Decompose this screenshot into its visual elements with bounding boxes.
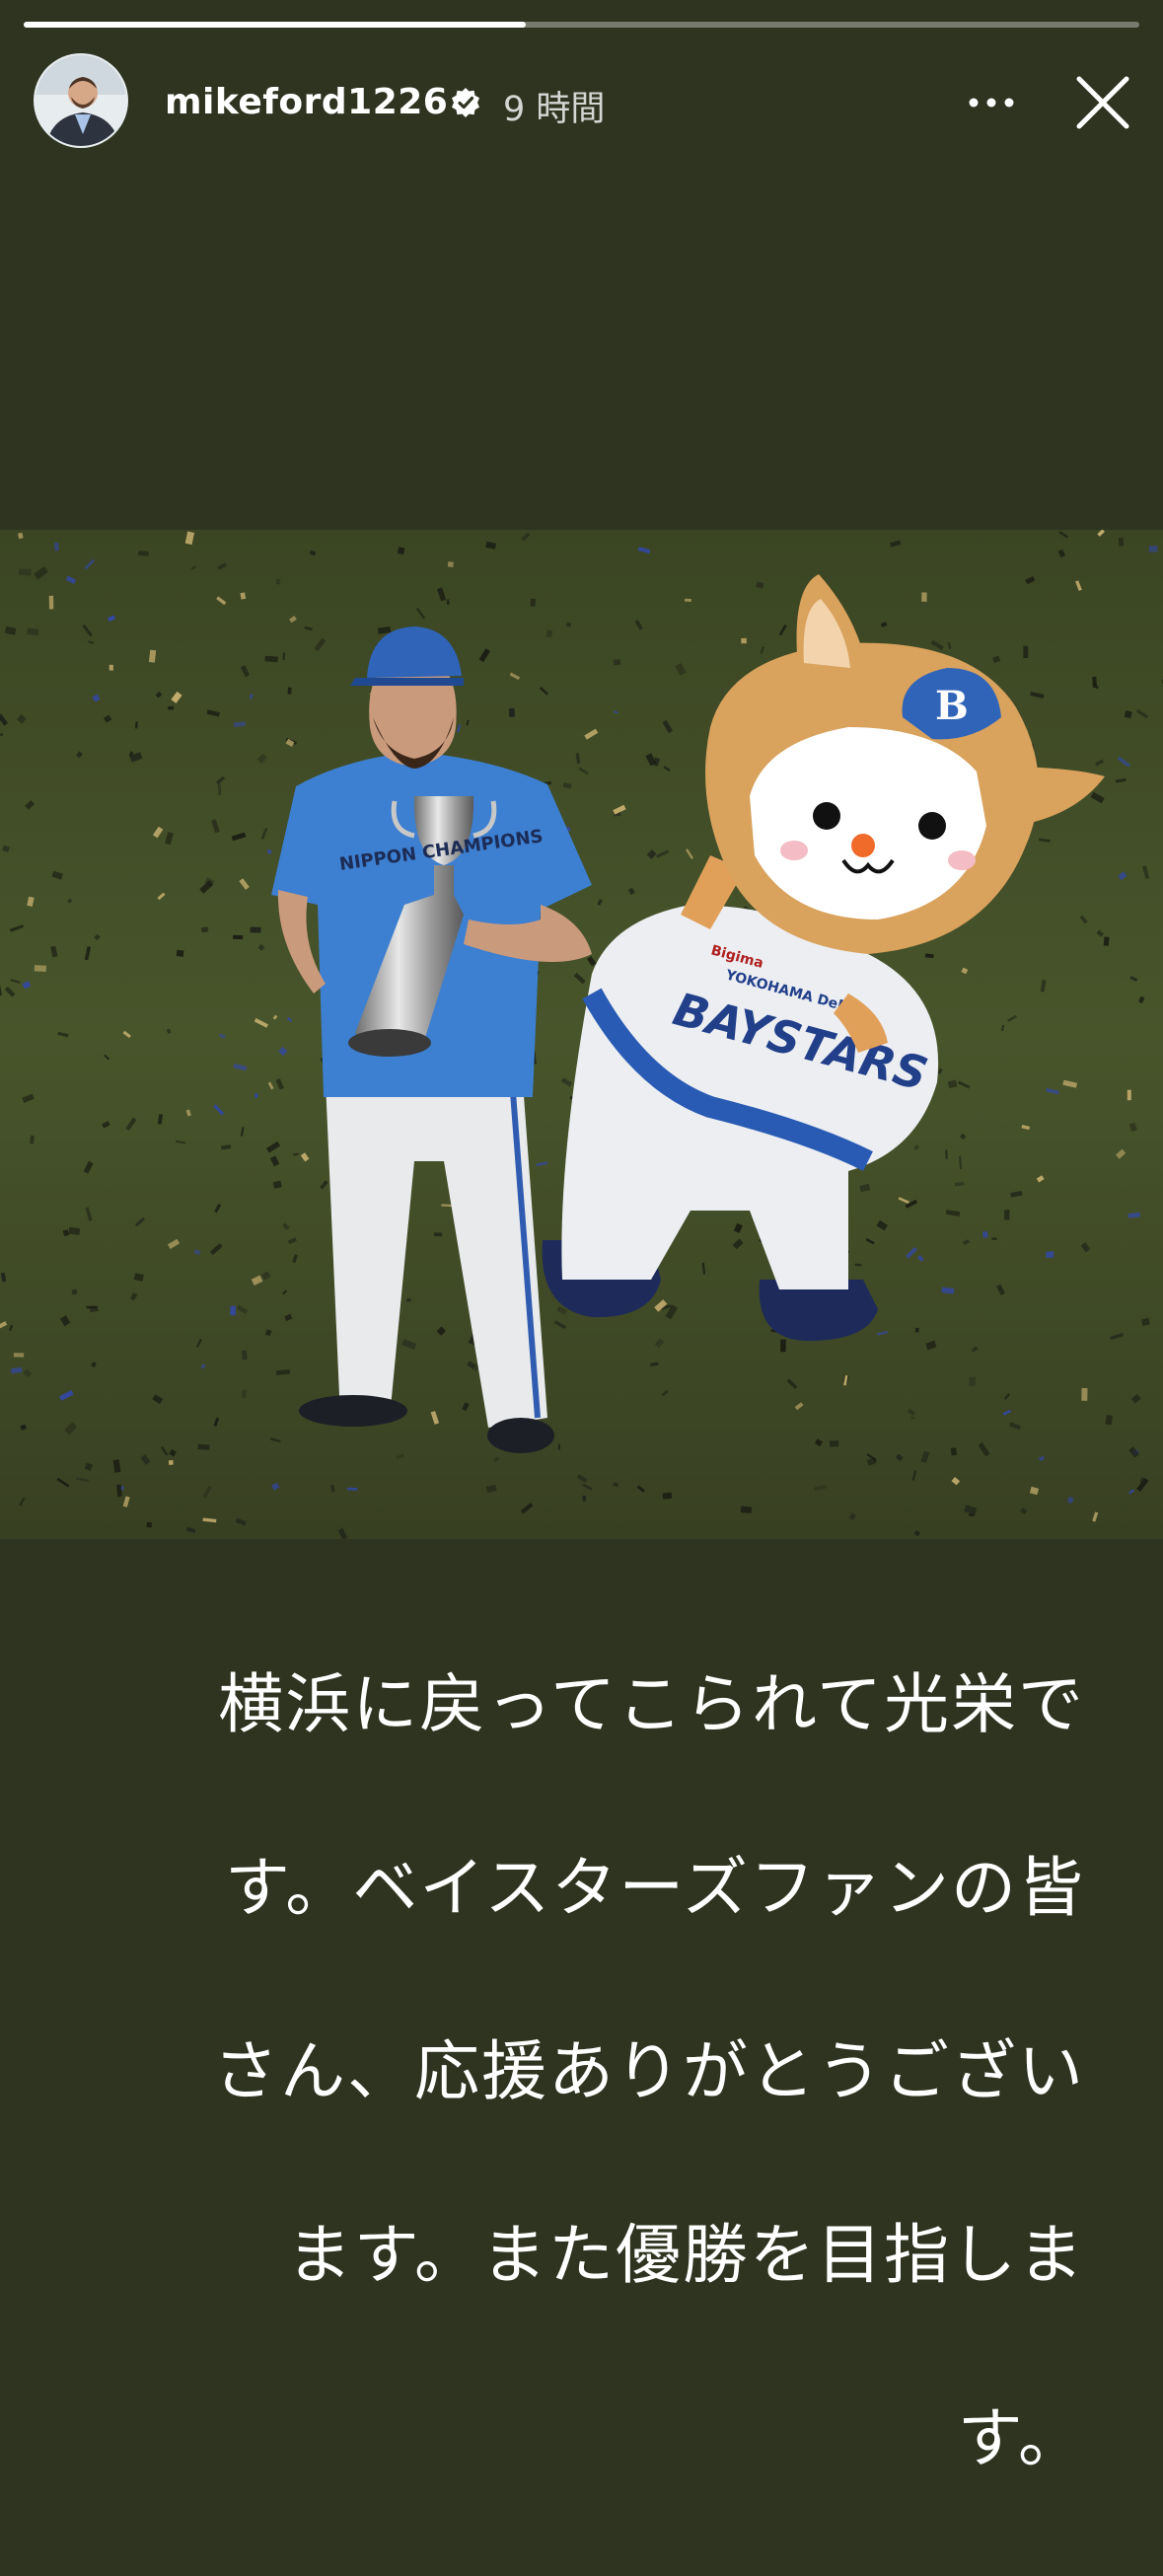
caption-line: す。ベイスターズファンの皆 [79, 1842, 1085, 1934]
confetti-piece [347, 1488, 357, 1491]
confetti-piece [741, 1507, 752, 1513]
confetti-piece [27, 628, 38, 635]
confetti-piece [915, 1328, 918, 1333]
confetti-piece [109, 665, 113, 671]
caption-line: 横浜に戻ってこられて光栄で [79, 1658, 1085, 1750]
confetti-piece [1023, 646, 1028, 658]
confetti-piece [1104, 936, 1110, 945]
confetti-piece [233, 935, 243, 939]
confetti-piece [398, 547, 405, 554]
confetti-piece [1105, 1415, 1113, 1425]
post-time: 9 時間 [503, 81, 605, 131]
confetti-piece [169, 1460, 174, 1465]
confetti-piece [251, 927, 261, 933]
confetti-piece [242, 1351, 248, 1361]
verified-badge-icon [450, 87, 481, 118]
confetti-piece [951, 1447, 957, 1455]
confetti-piece [177, 950, 184, 957]
confetti-piece [1004, 1210, 1010, 1219]
confetti-piece [198, 1444, 210, 1450]
confetti-piece [288, 688, 292, 695]
confetti-piece [855, 1264, 862, 1267]
story-progress-fill [24, 22, 526, 28]
story-progress-bar [24, 22, 1139, 28]
confetti-piece [583, 1496, 587, 1502]
confetti-piece [242, 1390, 247, 1398]
close-icon[interactable] [1071, 71, 1134, 134]
confetti-piece [168, 706, 174, 710]
confetti-piece [19, 568, 32, 575]
confetti-piece [54, 543, 59, 552]
confetti-piece [982, 1231, 988, 1238]
confetti-piece [276, 579, 280, 585]
confetti-piece [921, 592, 927, 601]
confetti-piece [1149, 546, 1158, 552]
confetti-piece [434, 1232, 442, 1236]
confetti-piece [685, 599, 691, 602]
confetti-piece [1046, 1251, 1054, 1258]
confetti-piece [830, 1440, 839, 1447]
confetti-piece [558, 1444, 560, 1450]
story-photo[interactable]: NIPPON CHAMPIONS BAYSTARS YOKOHAMA DeNA … [0, 530, 1163, 1539]
confetti-piece [1081, 1388, 1087, 1401]
confetti-piece [991, 1237, 997, 1239]
story-header: mikeford1226 9 時間 [34, 51, 1128, 150]
caption-line: す。 [79, 2392, 1085, 2484]
confetti-piece [14, 1353, 24, 1357]
confetti-piece [230, 1306, 236, 1316]
confetti-piece [531, 599, 536, 607]
confetti-piece [614, 659, 620, 665]
confetti-piece [264, 656, 278, 663]
avatar[interactable] [34, 53, 128, 148]
more-horizontal-icon[interactable] [961, 79, 1022, 126]
confetti-piece [68, 1227, 80, 1235]
confetti-piece [147, 1522, 153, 1528]
confetti-piece [138, 551, 149, 555]
confetti-piece [254, 1093, 257, 1098]
confetti-piece [116, 1485, 121, 1497]
caption-line: さん、応援ありがとうござい [79, 2025, 1085, 2117]
confetti-piece [49, 596, 54, 610]
confetti-piece [780, 1340, 786, 1353]
confetti-piece [30, 1136, 35, 1144]
confetti-piece [1127, 1090, 1131, 1101]
mascot-cap-letter: B [935, 683, 969, 729]
confetti-piece [969, 1377, 976, 1386]
confetti-piece [925, 954, 934, 959]
confetti-piece [509, 708, 515, 717]
confetti-piece [663, 1493, 673, 1500]
caption-line: ます。また優勝を目指しま [79, 2209, 1085, 2301]
confetti-piece [1092, 677, 1097, 688]
confetti-piece [1119, 538, 1124, 547]
celebration-photo: NIPPON CHAMPIONS BAYSTARS YOKOHAMA DeNA … [0, 530, 1163, 1539]
username[interactable]: mikeford1226 [165, 82, 448, 122]
confetti-piece [35, 965, 46, 972]
confetti-piece [448, 561, 454, 567]
story-caption: 横浜に戻ってこられて光栄で す。ベイスターズファンの皆 さん、応援ありがとうござ… [79, 1567, 1085, 2576]
confetti-piece [741, 638, 747, 643]
